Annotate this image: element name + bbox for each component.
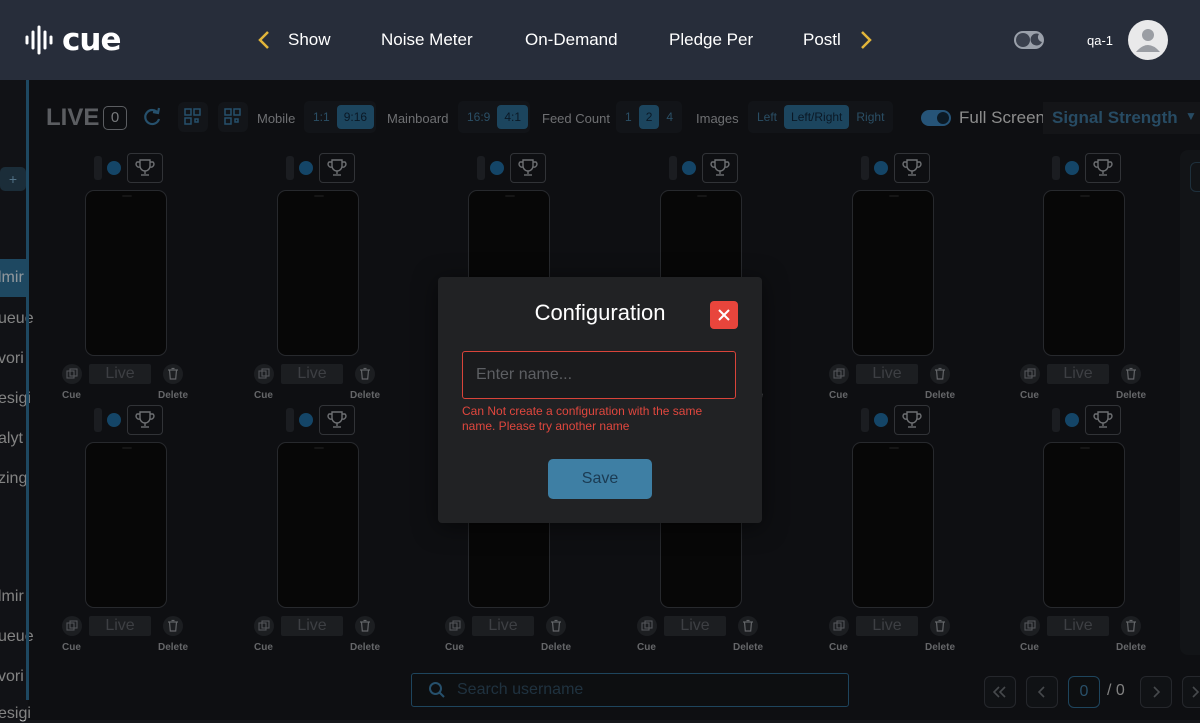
- chevron-right-icon[interactable]: [859, 29, 873, 51]
- close-button[interactable]: [710, 301, 738, 329]
- configuration-name-input[interactable]: [462, 351, 736, 399]
- nav-item-show[interactable]: Show: [288, 30, 331, 50]
- close-icon: [718, 309, 730, 321]
- user-icon: [1136, 29, 1160, 52]
- avatar[interactable]: [1128, 20, 1168, 60]
- moon-icon: [1030, 33, 1042, 46]
- soundwave-logo-icon: [25, 25, 53, 55]
- logo-text: cue: [62, 22, 121, 58]
- error-message: Can Not create a configuration with the …: [462, 404, 703, 433]
- nav-item-pledge-per[interactable]: Pledge Per: [669, 30, 753, 50]
- save-button[interactable]: Save: [548, 459, 652, 499]
- theme-toggle[interactable]: [1014, 31, 1044, 49]
- toggle-knob: [1016, 33, 1030, 47]
- logo[interactable]: cue: [24, 22, 121, 58]
- top-navigation-bar: cue Show Noise Meter On-Demand Pledge Pe…: [0, 0, 1200, 80]
- chevron-left-icon[interactable]: [257, 29, 271, 51]
- configuration-dialog: Configuration Can Not create a configura…: [438, 277, 762, 523]
- nav-item-on-demand[interactable]: On-Demand: [525, 30, 618, 50]
- nav-item-postl[interactable]: Postl: [803, 30, 841, 50]
- nav-item-noise-meter[interactable]: Noise Meter: [381, 30, 473, 50]
- username: qa-1: [1087, 33, 1114, 48]
